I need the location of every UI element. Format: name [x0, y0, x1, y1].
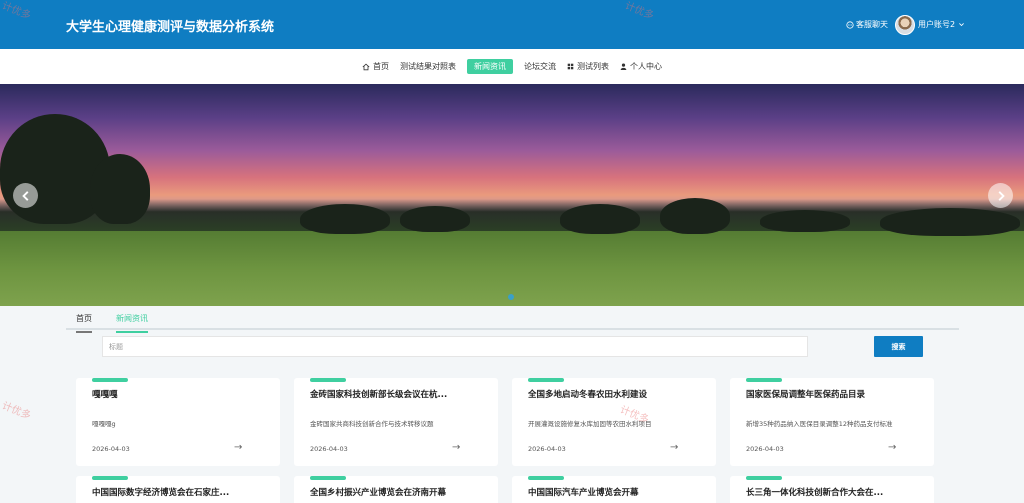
card-accent-bar [746, 476, 782, 480]
nav-item-home[interactable]: 首页 [362, 59, 389, 74]
card-title[interactable]: 全国多地启动冬春农田水利建设 [528, 388, 708, 400]
news-card[interactable]: 嘎嘎嘎嘎嘎嘎g 2026-04-03 → [76, 378, 280, 466]
banner-tree [400, 206, 470, 232]
news-card[interactable]: 中国国际汽车产业博览会开幕 [512, 476, 716, 503]
card-title[interactable]: 中国国际数字经济博览会在石家庄... [92, 486, 272, 498]
carousel-prev-button[interactable] [13, 183, 38, 208]
card-accent-bar [528, 378, 564, 382]
card-accent-bar [528, 476, 564, 480]
arrow-right-icon[interactable]: → [234, 442, 242, 453]
banner-tree [880, 208, 1020, 236]
card-description: 金砖国家共商科技创新合作与技术转移议题 [310, 420, 434, 428]
nav-item-forum[interactable]: 论坛交流 [524, 59, 556, 74]
card-accent-bar [92, 476, 128, 480]
nav-item-personal-center[interactable]: 个人中心 [620, 59, 662, 74]
chevron-left-icon [21, 190, 28, 201]
news-card[interactable]: 国家医保局调整年医保药品目录新增35种药品纳入医保目录调整12种药品支付标准 20… [730, 378, 934, 466]
card-description: 新增35种药品纳入医保目录调整12种药品支付标准 [746, 420, 893, 428]
card-date: 2026-04-03 [310, 445, 348, 453]
card-date: 2026-04-03 [528, 445, 566, 453]
chevron-right-icon [998, 190, 1005, 201]
banner-tree [300, 204, 390, 234]
grid-icon [567, 63, 574, 70]
customer-chat-link[interactable]: 客服聊天 [846, 19, 888, 30]
arrow-right-icon[interactable]: → [888, 442, 896, 453]
arrow-right-icon[interactable]: → [670, 442, 678, 453]
card-title[interactable]: 长三角一体化科技创新合作大会在... [746, 486, 926, 498]
chat-icon [846, 20, 854, 29]
avatar[interactable] [895, 15, 915, 35]
nav-item-label: 测试列表 [577, 62, 609, 71]
card-description: 嘎嘎嘎g [92, 420, 116, 428]
banner-tree [560, 204, 640, 234]
card-date: 2026-04-03 [746, 445, 784, 453]
nav-item-label: 新闻资讯 [474, 62, 506, 71]
chat-label: 客服聊天 [856, 20, 888, 29]
banner-tree [660, 198, 730, 234]
nav-item-result-table[interactable]: 测试结果对照表 [400, 59, 456, 74]
card-title[interactable]: 国家医保局调整年医保药品目录 [746, 388, 926, 400]
nav-item-test-list[interactable]: 测试列表 [567, 59, 609, 74]
nav-item-label: 个人中心 [630, 62, 662, 71]
arrow-right-icon[interactable]: → [452, 442, 460, 453]
card-title[interactable]: 金砖国家科技创新部长级会议在杭... [310, 388, 490, 400]
news-card[interactable]: 全国多地启动冬春农田水利建设开展灌溉设施修复水库加固等农田水利项目 2026-04… [512, 378, 716, 466]
card-accent-bar [310, 476, 346, 480]
card-description: 开展灌溉设施修复水库加固等农田水利项目 [528, 420, 652, 428]
news-card[interactable]: 长三角一体化科技创新合作大会在... [730, 476, 934, 503]
card-title[interactable]: 中国国际汽车产业博览会开幕 [528, 486, 708, 498]
news-card[interactable]: 全国乡村振兴产业博览会在济南开幕 [294, 476, 498, 503]
banner-tree [760, 210, 850, 232]
search-button[interactable]: 搜索 [874, 336, 923, 357]
watermark: 计优多 [0, 400, 33, 423]
news-card[interactable]: 金砖国家科技创新部长级会议在杭... 金砖国家共商科技创新合作与技术转移议题 202… [294, 378, 498, 466]
main-nav: 首页 测试结果对照表 新闻资讯 论坛交流 测试列表 个人中心 [0, 49, 1024, 84]
nav-item-label: 测试结果对照表 [400, 62, 456, 71]
card-accent-bar [92, 378, 128, 382]
nav-item-label: 论坛交流 [524, 62, 556, 71]
top-header: 大学生心理健康测评与数据分析系统 客服聊天 用户账号2 [0, 0, 1024, 49]
breadcrumb-tabs: 首页 新闻资讯 [66, 306, 959, 333]
banner-horizon [0, 199, 1024, 231]
card-accent-bar [746, 378, 782, 382]
card-date: 2026-04-03 [92, 445, 130, 453]
user-menu[interactable]: 用户账号2 [918, 19, 965, 30]
chevron-down-icon [959, 23, 964, 27]
nav-item-news[interactable]: 新闻资讯 [467, 59, 513, 74]
search-input[interactable] [102, 336, 808, 357]
tab-home[interactable]: 首页 [76, 313, 92, 333]
user-account-label: 用户账号2 [918, 20, 956, 29]
nav-item-label: 首页 [373, 62, 389, 71]
news-card[interactable]: 中国国际数字经济博览会在石家庄... [76, 476, 280, 503]
card-title[interactable]: 全国乡村振兴产业博览会在济南开幕 [310, 486, 490, 498]
home-icon [362, 63, 370, 70]
carousel-indicator-dot[interactable] [508, 294, 514, 300]
site-title: 大学生心理健康测评与数据分析系统 [66, 20, 275, 35]
banner-carousel [0, 84, 1024, 306]
banner-tree [90, 154, 150, 224]
person-icon [620, 63, 627, 70]
tab-news[interactable]: 新闻资讯 [116, 313, 148, 333]
card-accent-bar [310, 378, 346, 382]
carousel-next-button[interactable] [988, 183, 1013, 208]
card-title[interactable]: 嘎嘎嘎 [92, 388, 272, 400]
